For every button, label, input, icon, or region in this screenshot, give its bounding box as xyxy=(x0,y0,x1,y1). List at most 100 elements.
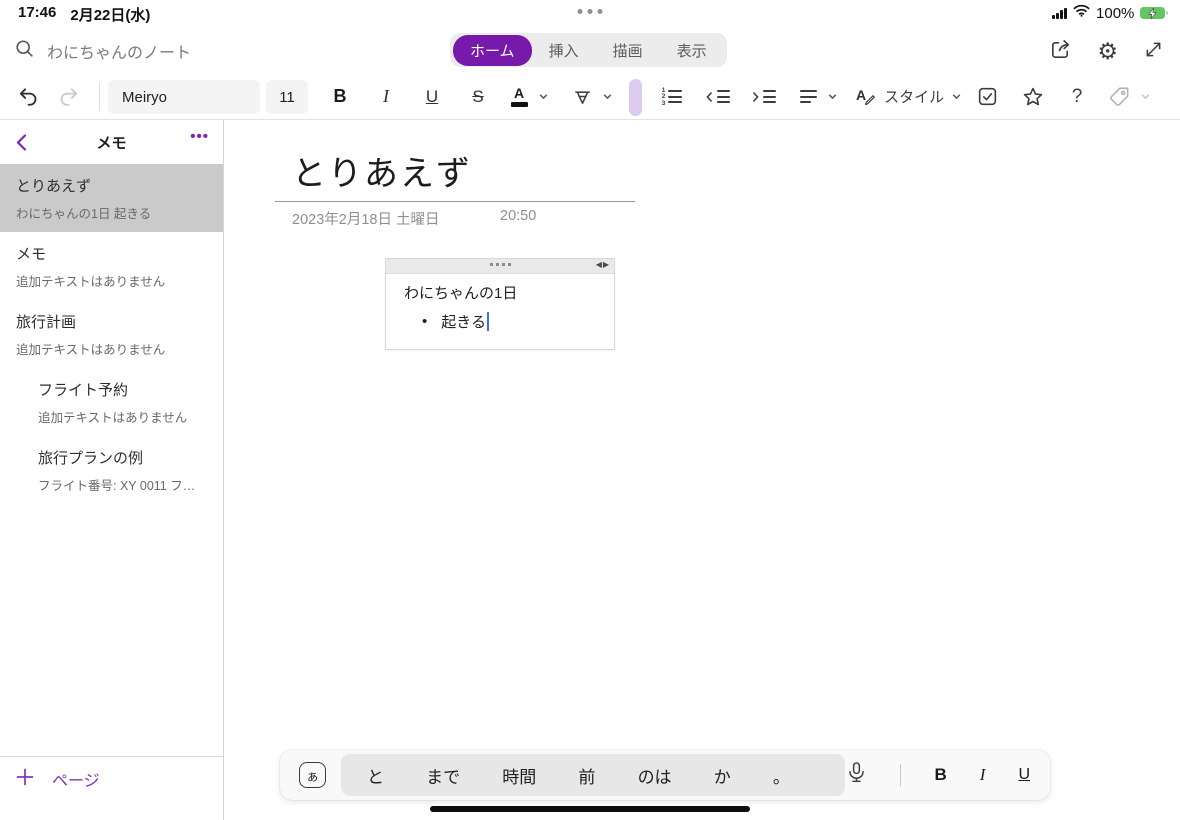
font-color-letter: A xyxy=(514,86,524,100)
text-cursor xyxy=(487,312,489,331)
resize-arrows-icon[interactable]: ◀▶ xyxy=(596,260,610,269)
search-icon xyxy=(14,38,35,64)
numbered-list-button[interactable]: 123 xyxy=(655,74,689,119)
redo-button[interactable] xyxy=(52,74,84,119)
tab-draw[interactable]: 描画 xyxy=(596,35,660,66)
kbar-underline-button[interactable]: U xyxy=(1018,766,1030,784)
todo-checkbox-button[interactable] xyxy=(970,74,1004,119)
status-bar: 17:46 2月22日(水) 100% xyxy=(0,0,1180,26)
tag-button[interactable] xyxy=(1104,74,1134,119)
share-icon[interactable] xyxy=(1049,38,1072,66)
underline-button[interactable]: U xyxy=(416,74,448,119)
page-list-item[interactable]: 旅行プランの例 フライト番号: XY 0011 フ… xyxy=(0,436,223,504)
strikethrough-button[interactable]: S xyxy=(462,74,494,119)
plus-icon xyxy=(16,768,34,791)
alignment-button[interactable] xyxy=(793,74,823,119)
font-name-button[interactable]: Meiryo xyxy=(108,80,260,114)
onenote-app: 17:46 2月22日(水) 100% xyxy=(0,0,1180,820)
styles-button[interactable]: A スタイル xyxy=(856,74,962,119)
note-outline-header[interactable]: ◀▶ xyxy=(386,259,614,274)
kbar-italic-button[interactable]: I xyxy=(980,765,986,785)
page-list-item[interactable]: フライト予約 追加テキストはありません xyxy=(0,368,223,436)
suggestion[interactable]: のは xyxy=(638,763,672,788)
cellular-signal-icon xyxy=(1052,8,1067,19)
formatting-toolbar: Meiryo 11 B I U S A 123 xyxy=(0,74,1180,120)
notebook-title: わにちゃんのノート xyxy=(47,39,191,63)
status-time: 17:46 xyxy=(18,4,56,25)
multitask-dots-icon[interactable] xyxy=(578,9,603,14)
styles-icon: A xyxy=(856,87,877,106)
help-button[interactable]: ? xyxy=(1062,74,1092,119)
suggestion[interactable]: 前 xyxy=(578,763,595,788)
sidebar-header: メモ ••• xyxy=(0,120,223,164)
title-underline xyxy=(275,201,635,202)
indent-button[interactable] xyxy=(747,74,781,119)
suggestion[interactable]: （ xyxy=(832,763,839,788)
suggestion[interactable]: か xyxy=(714,763,731,788)
font-color-swatch xyxy=(511,102,528,107)
add-page-button[interactable]: ページ xyxy=(0,756,223,820)
suggestion[interactable]: と xyxy=(367,763,384,788)
bold-button[interactable]: B xyxy=(324,74,356,119)
page-canvas[interactable]: とりあえず 2023年2月18日 土曜日 20:50 ◀▶ わにちゃんの1日 •… xyxy=(224,120,1180,820)
font-color-button[interactable]: A xyxy=(504,74,534,119)
suggestion-strip: と まで 時間 前 のは か 。 （ xyxy=(341,754,845,796)
page-item-subtitle: 追加テキストはありません xyxy=(16,339,207,358)
drag-handle-icon[interactable] xyxy=(386,263,614,266)
outdent-button[interactable] xyxy=(701,74,735,119)
page-date: 2023年2月18日 土曜日 xyxy=(292,208,439,229)
bullet-text[interactable]: 起きる xyxy=(441,311,486,332)
kbar-divider xyxy=(900,764,902,786)
kana-input-mode-key[interactable]: ぁ xyxy=(299,762,326,788)
more-options-icon[interactable]: ••• xyxy=(190,128,209,145)
wifi-icon xyxy=(1073,4,1090,22)
page-time: 20:50 xyxy=(500,208,536,224)
highlighter-button[interactable] xyxy=(566,74,598,119)
page-list-item[interactable]: 旅行計画 追加テキストはありません xyxy=(0,300,223,368)
tab-view[interactable]: 表示 xyxy=(660,35,724,66)
add-page-label: ページ xyxy=(52,767,100,791)
settings-gear-icon[interactable]: ⚙ xyxy=(1097,40,1118,64)
tag-chevron-icon[interactable] xyxy=(1140,74,1151,119)
undo-button[interactable] xyxy=(12,74,44,119)
styles-label: スタイル xyxy=(884,86,944,107)
toolbar-divider xyxy=(99,83,100,111)
toolbar-scroll-pill[interactable] xyxy=(629,79,642,116)
page-item-subtitle: 追加テキストはありません xyxy=(16,271,207,290)
page-list-sidebar: メモ ••• とりあえず わにちゃんの1日 起きる メモ 追加テキストはありませ… xyxy=(0,120,224,820)
page-item-title: 旅行プランの例 xyxy=(38,447,207,468)
suggestion[interactable]: 時間 xyxy=(502,763,536,788)
suggestion[interactable]: 。 xyxy=(773,763,790,788)
nav-row: わにちゃんのノート ホーム 挿入 描画 表示 ⚙ xyxy=(0,26,1180,74)
page-title[interactable]: とりあえず xyxy=(292,146,472,195)
font-size-button[interactable]: 11 xyxy=(266,80,308,114)
dictation-mic-icon[interactable] xyxy=(846,761,867,790)
page-list-item[interactable]: とりあえず わにちゃんの1日 起きる xyxy=(0,164,223,232)
note-outline-container[interactable]: ◀▶ わにちゃんの1日 • 起きる xyxy=(385,258,615,350)
note-heading[interactable]: わにちゃんの1日 xyxy=(404,282,614,303)
styles-chevron-icon xyxy=(951,91,962,102)
page-item-title: 旅行計画 xyxy=(16,311,207,332)
tab-insert[interactable]: 挿入 xyxy=(532,35,596,66)
font-color-chevron-icon[interactable] xyxy=(538,74,549,119)
battery-icon xyxy=(1140,7,1168,20)
italic-button[interactable]: I xyxy=(370,74,402,119)
highlighter-chevron-icon[interactable] xyxy=(602,74,613,119)
alignment-chevron-icon[interactable] xyxy=(827,74,838,119)
fullscreen-expand-icon[interactable] xyxy=(1143,39,1164,65)
tab-home[interactable]: ホーム xyxy=(453,35,532,66)
page-item-subtitle: フライト番号: XY 0011 フ… xyxy=(38,475,207,494)
kbar-bold-button[interactable]: B xyxy=(934,765,946,785)
home-indicator[interactable] xyxy=(430,806,750,812)
suggestion[interactable]: まで xyxy=(426,763,460,788)
bullet-icon: • xyxy=(422,313,427,330)
page-item-title: フライト予約 xyxy=(38,379,207,400)
page-item-title: とりあえず xyxy=(16,175,207,196)
battery-percent: 100% xyxy=(1096,5,1134,22)
status-date: 2月22日(水) xyxy=(70,4,150,25)
note-bullet-item[interactable]: • 起きる xyxy=(404,311,614,332)
star-tag-button[interactable] xyxy=(1016,74,1050,119)
page-list-item[interactable]: メモ 追加テキストはありません xyxy=(0,232,223,300)
ribbon-tabbar: ホーム 挿入 描画 表示 xyxy=(450,33,727,67)
search-field[interactable]: わにちゃんのノート xyxy=(14,38,191,64)
